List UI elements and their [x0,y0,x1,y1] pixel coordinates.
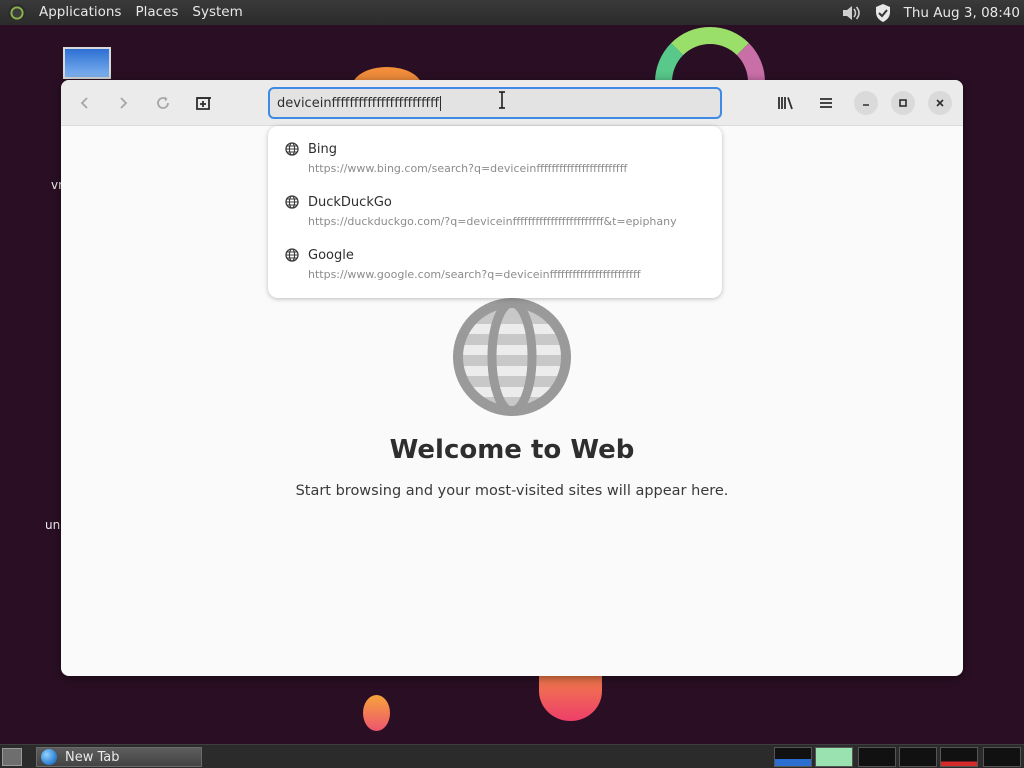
welcome-subtitle: Start browsing and your most-visited sit… [295,483,729,499]
shield-icon[interactable] [874,3,892,23]
suggestion-url: https://www.google.com/search?q=devicein… [308,268,641,281]
clock[interactable]: Thu Aug 3, 08:40 [904,5,1020,21]
system-tray: Thu Aug 3, 08:40 [840,3,1024,23]
wallpaper-blob-small [363,695,390,731]
cpu-monitor[interactable] [774,747,812,767]
suggestion-url: https://duckduckgo.com/?q=deviceinffffff… [308,215,677,228]
maximize-icon [899,99,907,107]
taskbar-item-new-tab[interactable]: New Tab [36,747,202,767]
browser-icon [41,749,57,765]
suggestion-name: Google [308,248,354,263]
address-text: deviceinffffffffffffffffffffffff [277,95,440,111]
close-icon [936,99,944,107]
web-globe-icon [451,296,573,422]
suggestion-url: https://www.bing.com/search?q=deviceinff… [308,162,628,175]
system-menu[interactable]: System [185,0,249,25]
new-tab-icon [196,97,211,110]
minimize-button[interactable] [854,91,878,115]
forward-button[interactable] [109,89,137,117]
globe-icon [285,141,299,160]
desktop-icon-label[interactable]: un [45,518,60,532]
memory-monitor[interactable] [815,747,853,767]
address-bar[interactable]: deviceinffffffffffffffffffffffff [268,87,722,119]
minimize-icon [863,104,869,106]
computer-desktop-icon[interactable] [63,47,111,79]
volume-icon[interactable] [840,3,862,23]
suggestion-bing[interactable]: Bing https://www.bing.com/search?q=devic… [268,126,722,179]
swap-monitor[interactable] [899,747,937,767]
places-menu[interactable]: Places [128,0,185,25]
distro-logo-icon[interactable] [8,3,26,22]
new-tab-button[interactable] [190,89,218,117]
load-monitor[interactable] [940,747,978,767]
globe-icon [285,247,299,266]
maximize-button[interactable] [891,91,915,115]
ibeam-cursor-icon [497,91,507,113]
text-caret [440,95,442,111]
network-monitor[interactable] [858,747,896,767]
main-menu-button[interactable] [812,89,840,117]
suggestion-name: DuckDuckGo [308,195,392,210]
search-suggestions-popover: Bing https://www.bing.com/search?q=devic… [268,126,722,298]
show-desktop-button[interactable] [2,748,22,766]
suggestion-name: Bing [308,142,338,157]
library-icon [778,97,793,110]
suggestion-duckduckgo[interactable]: DuckDuckGo https://duckduckgo.com/?q=dev… [268,179,722,232]
menu-icon [820,98,832,108]
reload-button[interactable] [149,89,177,117]
suggestion-google[interactable]: Google https://www.google.com/search?q=d… [268,232,722,285]
library-button[interactable] [772,89,800,117]
reload-icon [157,96,169,109]
close-button[interactable] [928,91,952,115]
back-icon [80,97,88,109]
top-panel: Applications Places System Thu Aug 3, 08… [0,0,1024,25]
bottom-panel: New Tab [0,744,1024,768]
forward-icon [120,97,128,109]
task-label: New Tab [65,749,120,765]
disk-monitor[interactable] [983,747,1021,767]
back-button[interactable] [71,89,99,117]
welcome-title: Welcome to Web [389,435,635,465]
applications-menu[interactable]: Applications [32,0,128,25]
globe-icon [285,194,299,213]
header-bar: deviceinffffffffffffffffffffffff [61,80,963,126]
